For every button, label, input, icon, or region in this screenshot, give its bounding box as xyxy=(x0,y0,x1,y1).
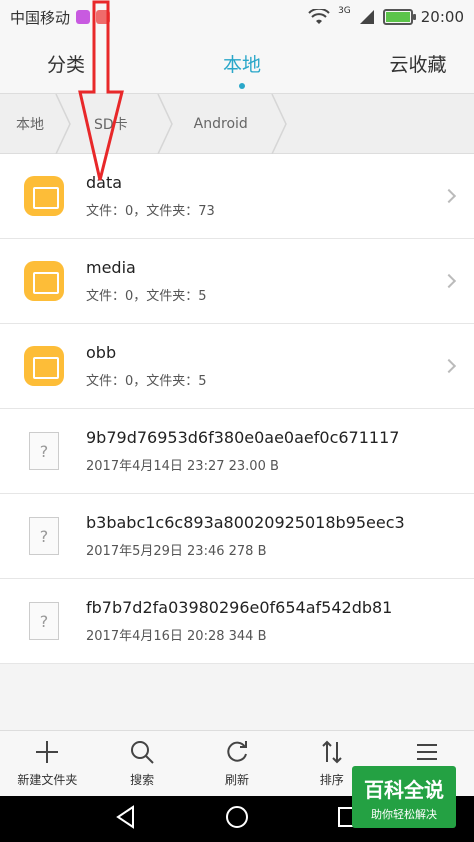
item-meta: 2017年4月16日 20:28 344 B xyxy=(86,629,267,644)
active-tab-indicator xyxy=(239,83,245,89)
red-arrow-annotation xyxy=(78,0,124,181)
item-name: 9b79d76953d6f380e0ae0aef0c671117 xyxy=(86,428,400,447)
wifi-icon xyxy=(308,9,330,24)
breadcrumb: 本地 SD卡 Android xyxy=(0,93,474,154)
row-icon-wrap xyxy=(14,346,74,386)
carrier-label: 中国移动 xyxy=(10,8,71,27)
file-list: data 文件：0，文件夹：73 media 文件：0，文件夹：5 obb 文件… xyxy=(0,154,474,664)
home-button[interactable] xyxy=(224,804,250,834)
sort-label: 排序 xyxy=(319,773,344,787)
item-meta: 文件：0，文件夹：5 xyxy=(86,289,207,304)
item-meta: 2017年5月29日 23:46 278 B xyxy=(86,544,267,559)
item-meta: 文件：0，文件夹：5 xyxy=(86,374,207,389)
search-button[interactable]: 搜索 xyxy=(97,739,187,788)
search-label: 搜索 xyxy=(130,773,155,787)
list-item[interactable]: media 文件：0，文件夹：5 xyxy=(0,239,474,324)
new-folder-button[interactable]: 新建文件夹 xyxy=(2,739,92,788)
folder-icon xyxy=(24,346,64,386)
new-folder-label: 新建文件夹 xyxy=(17,773,78,787)
row-text: b3babc1c6c893a80020925018b95eec3 2017年5月… xyxy=(86,513,474,559)
menu-icon xyxy=(416,744,437,760)
search-icon xyxy=(131,741,154,764)
tab-bar: 分类 本地 云收藏 xyxy=(0,34,474,94)
list-item[interactable]: ? 9b79d76953d6f380e0ae0aef0c671117 2017年… xyxy=(0,409,474,494)
row-icon-wrap: ? xyxy=(14,432,74,470)
status-bar: 中国移动 3G 20:00 xyxy=(0,0,474,34)
item-name: media xyxy=(86,258,136,277)
item-name: data xyxy=(86,173,123,192)
breadcrumb-android[interactable]: Android xyxy=(174,93,288,154)
row-text: obb 文件：0，文件夹：5 xyxy=(86,343,474,389)
row-icon-wrap: ? xyxy=(14,602,74,640)
tab-local[interactable]: 本地 xyxy=(212,50,272,89)
refresh-icon xyxy=(227,741,247,762)
row-icon-wrap: ? xyxy=(14,517,74,555)
item-meta: 文件：0，文件夹：73 xyxy=(86,204,215,219)
row-text: data 文件：0，文件夹：73 xyxy=(86,173,474,219)
row-text: 9b79d76953d6f380e0ae0aef0c671117 2017年4月… xyxy=(86,428,474,474)
tab-local-label: 本地 xyxy=(222,54,261,76)
unknown-file-icon: ? xyxy=(29,602,59,640)
unknown-file-icon: ? xyxy=(29,432,59,470)
item-name: b3babc1c6c893a80020925018b95eec3 xyxy=(86,513,405,532)
status-right: 3G 20:00 xyxy=(308,6,464,26)
breadcrumb-separator-icon xyxy=(271,93,287,154)
back-button[interactable] xyxy=(113,804,139,834)
list-item[interactable]: data 文件：0，文件夹：73 xyxy=(0,154,474,239)
unknown-file-icon: ? xyxy=(29,517,59,555)
home-circle-icon xyxy=(225,806,248,828)
folder-icon xyxy=(24,176,64,216)
signal-icon xyxy=(359,10,374,24)
list-item[interactable]: ? fb7b7d2fa03980296e0f654af542db81 2017年… xyxy=(0,579,474,664)
breadcrumb-local[interactable]: 本地 xyxy=(0,93,72,154)
row-icon-wrap xyxy=(14,176,74,216)
row-text: media 文件：0，文件夹：5 xyxy=(86,258,474,304)
watermark-subtitle: 助你轻松解决 xyxy=(371,808,437,821)
list-item[interactable]: obb 文件：0，文件夹：5 xyxy=(0,324,474,409)
sort-icon xyxy=(322,740,342,764)
row-text: fb7b7d2fa03980296e0f654af542db81 2017年4月… xyxy=(86,598,474,644)
clock: 20:00 xyxy=(420,8,464,26)
folder-icon xyxy=(24,261,64,301)
plus-icon xyxy=(36,741,59,763)
refresh-button[interactable]: 刷新 xyxy=(192,739,282,788)
row-icon-wrap xyxy=(14,261,74,301)
back-triangle-icon xyxy=(115,805,134,829)
tab-cloud-label: 云收藏 xyxy=(389,54,447,76)
breadcrumb-local-label: 本地 xyxy=(16,116,44,133)
battery-icon xyxy=(382,9,416,25)
item-name: fb7b7d2fa03980296e0f654af542db81 xyxy=(86,598,393,617)
item-name: obb xyxy=(86,343,117,362)
tab-cloud-favorites[interactable]: 云收藏 xyxy=(388,50,448,77)
watermark-title: 百科全说 xyxy=(364,778,444,802)
breadcrumb-separator-icon xyxy=(55,93,71,154)
list-item[interactable]: ? b3babc1c6c893a80020925018b95eec3 2017年… xyxy=(0,494,474,579)
network-type: 3G xyxy=(338,6,351,16)
item-meta: 2017年4月14日 23:27 23.00 B xyxy=(86,459,279,474)
refresh-label: 刷新 xyxy=(224,773,249,787)
breadcrumb-android-label: Android xyxy=(193,115,248,132)
breadcrumb-separator-icon xyxy=(156,93,173,154)
watermark-badge: 百科全说 助你轻松解决 xyxy=(352,766,456,828)
